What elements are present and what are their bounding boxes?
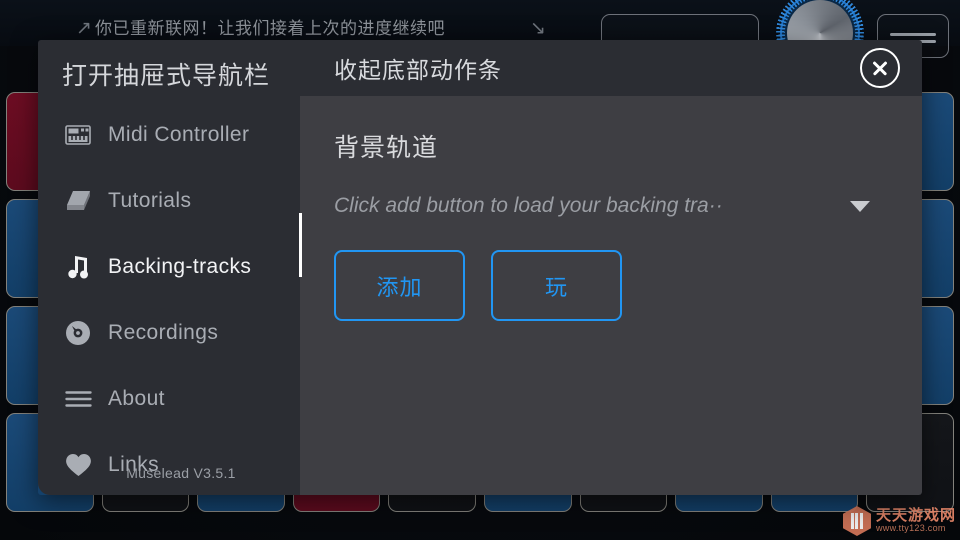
navigation-drawer: 打开抽屉式导航栏 Midi Controller Tutorials Backi… [38,40,302,495]
chevron-down-icon [850,200,870,212]
watermark-site-url: www.tty123.com [875,523,946,534]
sidebar-item-backing-tracks[interactable]: Backing-tracks [38,234,300,300]
music-note-icon [64,253,92,281]
disc-icon [64,319,92,347]
keyboard-icon [64,121,92,149]
panel-header: 收起底部动作条 [300,40,922,96]
backing-tracks-dialog: 打开抽屉式导航栏 Midi Controller Tutorials Backi… [38,40,922,495]
backing-track-select-value: Click add button to load your backing tr… [334,194,723,217]
panel-header-title: 收起底部动作条 [334,57,502,83]
sidebar-item-about[interactable]: About [38,366,300,432]
add-button[interactable]: 添加 [334,250,465,321]
drawer-nav-list: Midi Controller Tutorials Backing-tracks… [38,102,300,495]
hamburger-icon [64,385,92,413]
drawer-title: 打开抽屉式导航栏 [62,62,271,90]
play-button[interactable]: 玩 [491,250,622,321]
sidebar-item-label: Recordings [108,321,219,344]
banner-prev-arrow-icon[interactable]: ↗ [76,17,92,40]
sidebar-item-midi-controller[interactable]: Midi Controller [38,102,300,168]
sidebar-item-label: Tutorials [108,189,192,212]
app-version-label: Muselead V3.5.1 [126,465,236,481]
close-button[interactable] [860,48,900,88]
active-item-indicator [299,213,302,277]
panel-action-buttons: 添加 玩 [334,250,888,321]
sidebar-item-links[interactable]: Links [38,432,300,495]
sidebar-item-label: Backing-tracks [108,255,252,278]
sidebar-item-recordings[interactable]: Recordings [38,300,300,366]
sidebar-item-label: Midi Controller [108,123,250,146]
backing-track-select[interactable]: Click add button to load your backing tr… [334,194,874,218]
section-title: 背景轨道 [334,134,439,162]
backing-tracks-panel: 收起底部动作条 背景轨道 Click add button to load yo… [300,40,922,495]
banner-next-arrow-icon[interactable]: ↘ [530,17,546,40]
sidebar-item-label: About [108,387,165,410]
panel-body: 背景轨道 Click add button to load your backi… [300,96,922,495]
book-icon [64,187,92,215]
close-icon [871,59,889,77]
sidebar-item-tutorials[interactable]: Tutorials [38,168,300,234]
reconnect-banner-text: 你已重新联网！让我们接着上次的进度继续吧 [95,19,445,38]
